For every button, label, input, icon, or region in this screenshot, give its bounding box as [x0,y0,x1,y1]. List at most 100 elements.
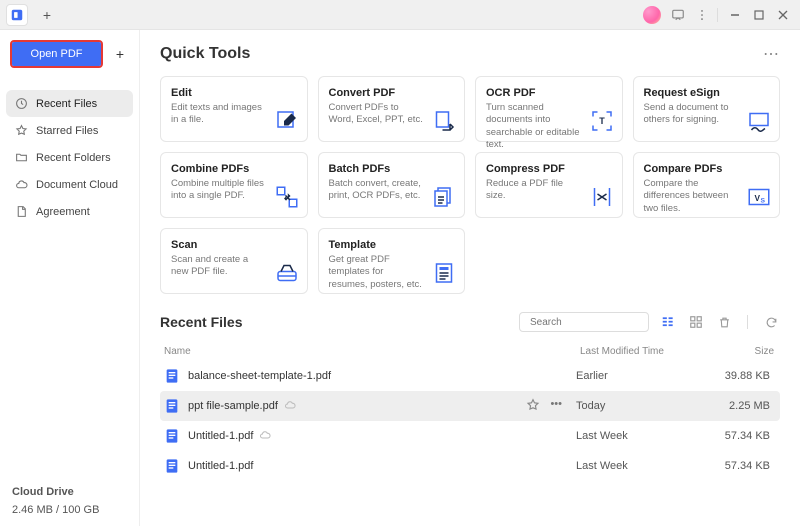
content-area: Quick Tools ⋯ EditEdit texts and images … [140,30,800,526]
chat-icon[interactable] [667,4,689,26]
add-button[interactable]: + [111,45,129,63]
file-time: Earlier [576,370,716,382]
col-size: Size [720,346,780,357]
window-minimize-button[interactable] [724,4,746,26]
quick-tools-grid: EditEdit texts and images in a file.Conv… [160,76,780,294]
edit-icon [275,109,299,133]
sidebar-nav: Recent Files Starred Files Recent Folders D… [0,90,139,225]
compare-icon: VS [747,185,771,209]
open-pdf-highlight: Open PDF [10,40,103,68]
tool-title: Request eSign [644,87,770,99]
file-icon [14,205,28,218]
file-list: balance-sheet-template-1.pdfEarlier39.88… [160,361,780,516]
kebab-menu-icon[interactable] [691,4,713,26]
file-name: balance-sheet-template-1.pdf [188,370,576,382]
tool-title: Batch PDFs [329,163,455,175]
view-grid-icon[interactable] [687,313,705,331]
star-icon [14,124,28,137]
tool-title: Convert PDF [329,87,455,99]
account-avatar[interactable] [643,6,661,24]
ocr-icon: T [590,109,614,133]
cloud-indicator-icon [259,429,271,444]
sidebar-item-agreement[interactable]: Agreement [6,198,133,225]
quick-tools-more-icon[interactable]: ⋯ [763,44,780,64]
sidebar-item-label: Agreement [36,206,90,218]
tool-card-template[interactable]: TemplateGet great PDF templates for resu… [318,228,466,294]
tool-title: Edit [171,87,297,99]
search-box[interactable] [519,312,649,332]
open-pdf-button[interactable]: Open PDF [12,42,101,66]
sidebar-item-recent-files[interactable]: Recent Files [6,90,133,117]
tool-card-esign[interactable]: Request eSignSend a document to others f… [633,76,781,142]
file-list-header: Name Last Modified Time Size [160,342,780,361]
star-icon[interactable] [526,398,540,415]
tool-title: Compare PDFs [644,163,770,175]
tool-card-scan[interactable]: ScanScan and create a new PDF file. [160,228,308,294]
file-size: 57.34 KB [716,430,776,442]
tool-card-ocr[interactable]: OCR PDFTurn scanned documents into searc… [475,76,623,142]
pdf-file-icon [164,398,180,414]
esign-icon [747,109,771,133]
tool-title: Scan [171,239,297,251]
file-time: Last Week [576,460,716,472]
clock-icon [14,97,28,110]
cloud-drive-label: Cloud Drive [12,486,127,498]
window-maximize-button[interactable] [748,4,770,26]
tool-title: OCR PDF [486,87,612,99]
view-list-icon[interactable] [659,313,677,331]
file-time: Today [576,400,716,412]
sidebar-item-starred-files[interactable]: Starred Files [6,117,133,144]
divider [717,8,718,22]
quick-tools-heading: Quick Tools [160,45,763,63]
file-size: 57.34 KB [716,460,776,472]
sidebar-item-label: Recent Files [36,98,97,110]
cloud-drive-usage: 2.46 MB / 100 GB [12,504,127,516]
file-name: Untitled-1.pdf [188,460,576,472]
svg-text:T: T [599,116,605,126]
sidebar-item-document-cloud[interactable]: Document Cloud [6,171,133,198]
tool-title: Combine PDFs [171,163,297,175]
file-row[interactable]: ppt file-sample.pdf•••Today2.25 MB [160,391,780,421]
scan-icon [275,261,299,285]
tool-card-compress[interactable]: Compress PDFReduce a PDF file size. [475,152,623,218]
svg-text:S: S [761,197,766,204]
convert-icon [432,109,456,133]
recent-files-heading: Recent Files [160,314,509,330]
compress-icon [590,185,614,209]
batch-icon [432,185,456,209]
folder-icon [14,151,28,164]
tool-title: Template [329,239,455,251]
more-icon[interactable]: ••• [550,398,562,415]
tool-title: Compress PDF [486,163,612,175]
file-size: 39.88 KB [716,370,776,382]
pdf-file-icon [164,458,180,474]
window-close-button[interactable] [772,4,794,26]
sidebar-item-label: Document Cloud [36,179,118,191]
app-logo [6,4,28,26]
tool-card-convert[interactable]: Convert PDFConvert PDFs to Word, Excel, … [318,76,466,142]
tool-card-batch[interactable]: Batch PDFsBatch convert, create, print, … [318,152,466,218]
tool-card-compare[interactable]: Compare PDFsCompare the differences betw… [633,152,781,218]
cloud-icon [14,178,28,191]
sidebar-item-label: Starred Files [36,125,98,137]
file-row[interactable]: Untitled-1.pdfLast Week57.34 KB [160,421,780,451]
search-input[interactable] [530,317,662,328]
divider [747,315,748,329]
file-row[interactable]: Untitled-1.pdfLast Week57.34 KB [160,451,780,481]
sidebar-item-recent-folders[interactable]: Recent Folders [6,144,133,171]
pdf-file-icon [164,368,180,384]
cloud-indicator-icon [284,399,296,414]
col-name: Name [160,346,580,357]
file-row[interactable]: balance-sheet-template-1.pdfEarlier39.88… [160,361,780,391]
refresh-icon[interactable] [762,313,780,331]
tool-card-edit[interactable]: EditEdit texts and images in a file. [160,76,308,142]
delete-icon[interactable] [715,313,733,331]
tool-card-combine[interactable]: Combine PDFsCombine multiple files into … [160,152,308,218]
titlebar: + [0,0,800,30]
file-name: Untitled-1.pdf [188,429,576,444]
svg-text:V: V [755,194,761,203]
sidebar: Open PDF + Recent FilesStarred FilesRece… [0,30,140,526]
new-tab-button[interactable]: + [36,4,58,26]
pdf-file-icon [164,428,180,444]
col-time: Last Modified Time [580,346,720,357]
